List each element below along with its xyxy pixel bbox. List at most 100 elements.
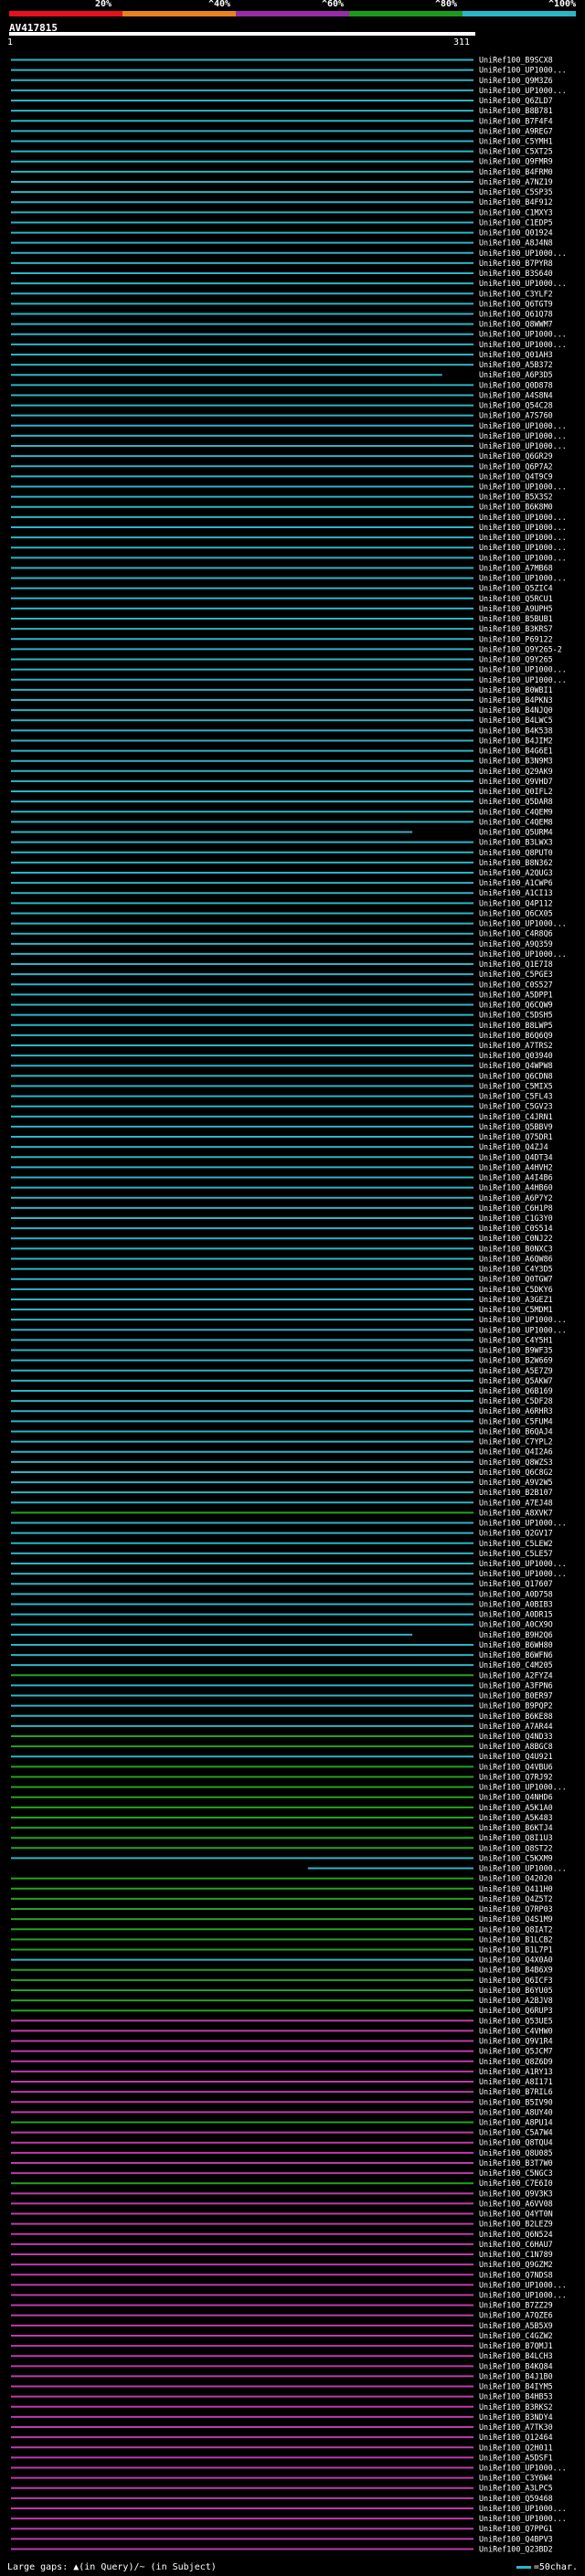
- hit-label[interactable]: UniRef100_Q4NHD6: [479, 1793, 553, 1802]
- hit-label[interactable]: UniRef100_Q42020: [479, 1874, 553, 1883]
- hit-label[interactable]: UniRef100_B8B781: [479, 106, 553, 115]
- hit-label[interactable]: UniRef100_UP1000...: [479, 66, 567, 75]
- hit-label[interactable]: UniRef100_B7ZZ29: [479, 2301, 553, 2310]
- hit-label[interactable]: UniRef100_Q0D878: [479, 380, 553, 389]
- hit-label[interactable]: UniRef100_P69122: [479, 634, 553, 643]
- hit-label[interactable]: UniRef100_Q1E7I8: [479, 959, 553, 969]
- hit-label[interactable]: UniRef100_Q4P112: [479, 898, 553, 907]
- hit-label[interactable]: UniRef100_C0S514: [479, 1224, 553, 1233]
- hit-label[interactable]: UniRef100_B6WFN6: [479, 1650, 553, 1659]
- hit-label[interactable]: UniRef100_Q8I1U3: [479, 1833, 553, 1842]
- hit-label[interactable]: UniRef100_Q2GV17: [479, 1529, 553, 1538]
- hit-label[interactable]: UniRef100_Q2H011: [479, 2443, 553, 2452]
- hit-label[interactable]: UniRef100_B9PQP2: [479, 1701, 553, 1711]
- hit-label[interactable]: UniRef100_B3KRS7: [479, 624, 553, 633]
- hit-label[interactable]: UniRef100_UP1000...: [479, 919, 567, 928]
- hit-label[interactable]: UniRef100_UP1000...: [479, 1325, 567, 1334]
- hit-label[interactable]: UniRef100_A9Q359: [479, 939, 553, 949]
- hit-label[interactable]: UniRef100_B9H2Q6: [479, 1630, 553, 1639]
- hit-label[interactable]: UniRef100_C1EDP5: [479, 217, 553, 227]
- hit-label[interactable]: UniRef100_C7YPL2: [479, 1437, 553, 1447]
- hit-label[interactable]: UniRef100_C5NGC3: [479, 2168, 553, 2178]
- hit-label[interactable]: UniRef100_UP1000...: [479, 2514, 567, 2523]
- hit-label[interactable]: UniRef100_Q59468: [479, 2494, 553, 2503]
- hit-label[interactable]: UniRef100_B3S640: [479, 269, 553, 278]
- hit-label[interactable]: UniRef100_UP1000...: [479, 249, 567, 258]
- hit-label[interactable]: UniRef100_C1G3Y0: [479, 1214, 553, 1223]
- hit-label[interactable]: UniRef100_Q5BBV9: [479, 1122, 553, 1131]
- hit-label[interactable]: UniRef100_Q01AH3: [479, 350, 553, 359]
- hit-label[interactable]: UniRef100_B4J1B0: [479, 2371, 553, 2380]
- hit-label[interactable]: UniRef100_A8J4N8: [479, 239, 553, 248]
- hit-label[interactable]: UniRef100_Q17607: [479, 1579, 553, 1588]
- hit-label[interactable]: UniRef100_B6KTJ4: [479, 1823, 553, 1832]
- hit-label[interactable]: UniRef100_Q01924: [479, 228, 553, 238]
- hit-label[interactable]: UniRef100_Q411H0: [479, 1884, 553, 1893]
- hit-label[interactable]: UniRef100_A7QZE6: [479, 2311, 553, 2320]
- hit-label[interactable]: UniRef100_B6WH80: [479, 1640, 553, 1649]
- hit-label[interactable]: UniRef100_UP1000...: [479, 543, 567, 552]
- hit-label[interactable]: UniRef100_Q8IAT2: [479, 1924, 553, 1934]
- hit-label[interactable]: UniRef100_Q4VBU6: [479, 1762, 553, 1771]
- hit-label[interactable]: UniRef100_C4QEM8: [479, 817, 553, 826]
- hit-label[interactable]: UniRef100_Q6CX05: [479, 908, 553, 917]
- hit-label[interactable]: UniRef100_UP1000...: [479, 340, 567, 349]
- hit-label[interactable]: UniRef100_C4R8Q6: [479, 929, 553, 938]
- hit-label[interactable]: UniRef100_UP1000...: [479, 2504, 567, 2513]
- hit-label[interactable]: UniRef100_B4IYM5: [479, 2382, 553, 2391]
- hit-label[interactable]: UniRef100_C1N789: [479, 2250, 553, 2259]
- hit-label[interactable]: UniRef100_B1L7P1: [479, 1945, 553, 1954]
- hit-label[interactable]: UniRef100_Q9GZM2: [479, 2260, 553, 2269]
- hit-label[interactable]: UniRef100_A6QW86: [479, 1254, 553, 1263]
- hit-label[interactable]: UniRef100_B4NJQ0: [479, 705, 553, 715]
- hit-label[interactable]: UniRef100_B6K8M0: [479, 503, 553, 512]
- hit-label[interactable]: UniRef100_C5FL43: [479, 1092, 553, 1101]
- hit-label[interactable]: UniRef100_A7TRS2: [479, 1041, 553, 1050]
- hit-label[interactable]: UniRef100_C7E6I0: [479, 2178, 553, 2188]
- hit-label[interactable]: UniRef100_UP1000...: [479, 1783, 567, 1792]
- hit-label[interactable]: UniRef100_A4I4B6: [479, 1173, 553, 1182]
- hit-label[interactable]: UniRef100_UP1000...: [479, 1864, 567, 1873]
- hit-label[interactable]: UniRef100_C5PGE3: [479, 970, 553, 979]
- hit-label[interactable]: UniRef100_A7MB68: [479, 563, 553, 572]
- hit-label[interactable]: UniRef100_A7S760: [479, 411, 553, 420]
- hit-label[interactable]: UniRef100_C4VHW0: [479, 2026, 553, 2035]
- hit-label[interactable]: UniRef100_C5A7W4: [479, 2128, 553, 2137]
- hit-label[interactable]: UniRef100_C5FUM4: [479, 1416, 553, 1426]
- hit-label[interactable]: UniRef100_B4B6X9: [479, 1966, 553, 1975]
- hit-label[interactable]: UniRef100_Q53UE5: [479, 2016, 553, 2025]
- hit-label[interactable]: UniRef100_UP1000...: [479, 86, 567, 95]
- hit-label[interactable]: UniRef100_A7AR44: [479, 1722, 553, 1731]
- hit-label[interactable]: UniRef100_Q6P7A2: [479, 461, 553, 471]
- hit-label[interactable]: UniRef100_Q5JCM7: [479, 2047, 553, 2056]
- hit-label[interactable]: UniRef100_Q8WZS3: [479, 1458, 553, 1467]
- hit-label[interactable]: UniRef100_B7QMJ1: [479, 2341, 553, 2350]
- hit-label[interactable]: UniRef100_Q6CDN8: [479, 1071, 553, 1080]
- hit-label[interactable]: UniRef100_B4F912: [479, 197, 553, 207]
- hit-label[interactable]: UniRef100_A9UPH5: [479, 604, 553, 613]
- hit-label[interactable]: UniRef100_A1RY13: [479, 2067, 553, 2076]
- hit-label[interactable]: UniRef100_UP1000...: [479, 482, 567, 492]
- hit-label[interactable]: UniRef100_B3N9M3: [479, 757, 553, 766]
- hit-label[interactable]: UniRef100_B4PKN3: [479, 695, 553, 705]
- hit-label[interactable]: UniRef100_A2BJV8: [479, 1996, 553, 2005]
- hit-label[interactable]: UniRef100_A8I171: [479, 2077, 553, 2086]
- hit-label[interactable]: UniRef100_Q6CQW9: [479, 1001, 553, 1010]
- hit-label[interactable]: UniRef100_UP1000...: [479, 513, 567, 522]
- hit-label[interactable]: UniRef100_Q6ZLD7: [479, 96, 553, 105]
- hit-label[interactable]: UniRef100_Q4T9C9: [479, 472, 553, 481]
- hit-label[interactable]: UniRef100_B3RKS2: [479, 2402, 553, 2412]
- hit-label[interactable]: UniRef100_B6KE88: [479, 1712, 553, 1721]
- hit-label[interactable]: UniRef100_Q8PUT0: [479, 848, 553, 857]
- hit-label[interactable]: UniRef100_Q5RCU1: [479, 594, 553, 603]
- hit-label[interactable]: UniRef100_A6VV08: [479, 2199, 553, 2208]
- hit-label[interactable]: UniRef100_C5XT25: [479, 147, 553, 156]
- hit-label[interactable]: UniRef100_B3NDY4: [479, 2412, 553, 2422]
- hit-label[interactable]: UniRef100_Q8Z6D9: [479, 2057, 553, 2066]
- hit-label[interactable]: UniRef100_Q9V3K3: [479, 2189, 553, 2198]
- hit-label[interactable]: UniRef100_Q5ZIC4: [479, 584, 553, 593]
- hit-label[interactable]: UniRef100_Q9M3Z6: [479, 76, 553, 85]
- hit-label[interactable]: UniRef100_C4Y5H1: [479, 1335, 553, 1344]
- hit-label[interactable]: UniRef100_Q4ND33: [479, 1732, 553, 1741]
- hit-label[interactable]: UniRef100_Q23BD2: [479, 2544, 553, 2553]
